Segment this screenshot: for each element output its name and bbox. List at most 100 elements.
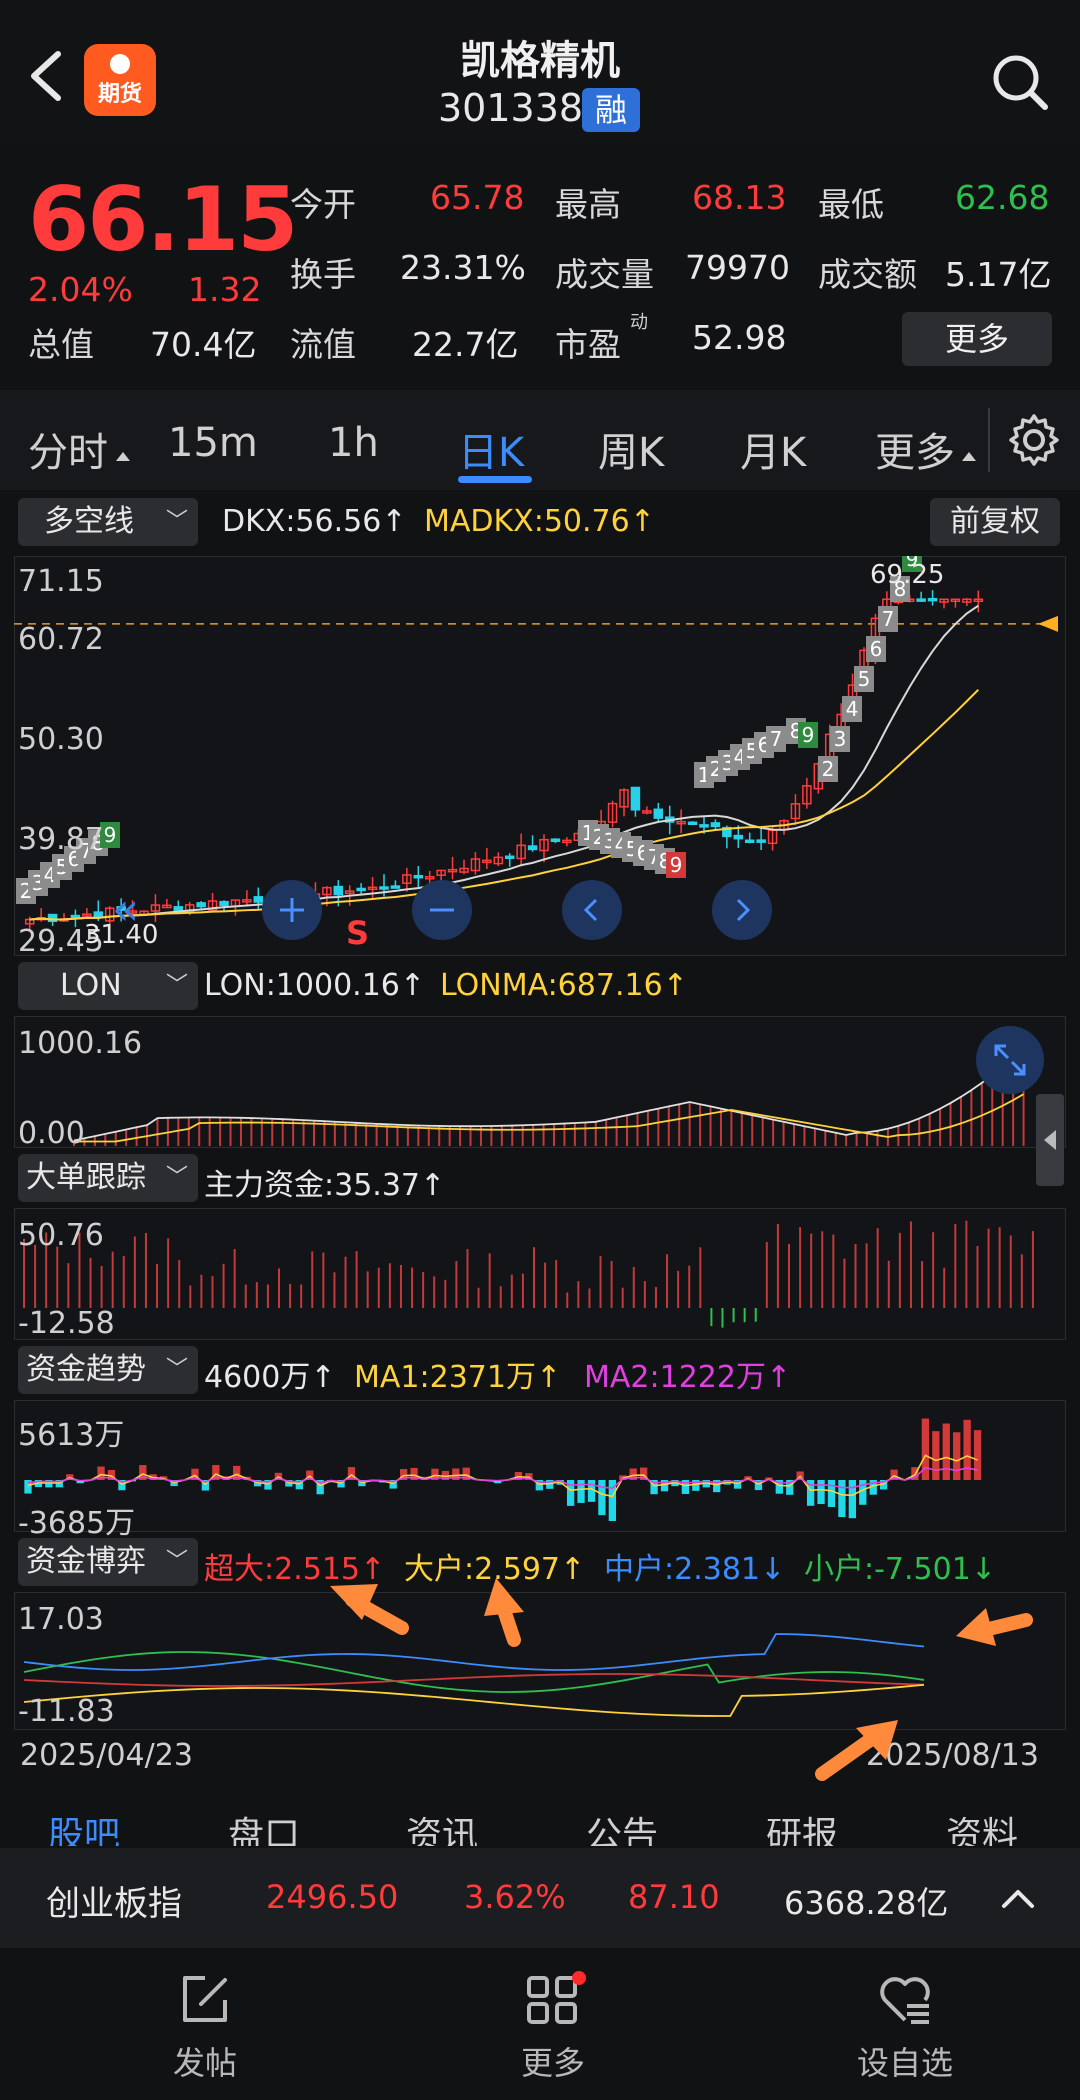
tab-intraday-corner-icon	[116, 452, 130, 461]
chevron-down-icon: ﹀	[165, 973, 188, 998]
arrow-head	[956, 1608, 996, 1646]
lon-value: LON:1000.16↑	[204, 968, 426, 1003]
change-amount: 1.32	[188, 270, 262, 309]
adjust-button[interactable]: 前复权	[930, 498, 1060, 546]
pe-label: 市盈	[555, 325, 621, 364]
tab-1h[interactable]: 1h	[328, 420, 379, 466]
lon-indicator-select[interactable]: LON ﹀	[18, 962, 198, 1010]
fund-trend-indicator-label: 资金趋势	[26, 1352, 146, 1387]
sub-tab-profile[interactable]: 资料	[946, 1806, 1018, 1846]
fund-trend-bar	[827, 1480, 836, 1507]
sub-tab-forum[interactable]: 股吧	[48, 1806, 120, 1846]
dkx-value: DKX:56.56↑	[222, 504, 407, 539]
change-percent: 2.04%	[28, 270, 133, 309]
side-drawer-handle[interactable]	[1036, 1094, 1064, 1186]
sub-tab-announcements[interactable]: 公告	[586, 1806, 658, 1846]
triangle-left-icon	[1044, 1130, 1056, 1150]
kline-chart[interactable]: 2 3 4 5 6 7 8 91 2 3 4 5 6 71234567898 923456789	[14, 556, 1064, 954]
add-watchlist-button[interactable]: 设自选	[840, 1960, 970, 2090]
big-order-y-label: -12.58	[18, 1306, 115, 1341]
candle	[699, 824, 709, 828]
big-order-y-label: 50.76	[18, 1218, 104, 1253]
sub-tab-bar	[0, 1792, 1080, 1848]
index-amount: 6368.28亿	[784, 1884, 949, 1922]
fund-trend-bar	[848, 1480, 856, 1519]
float-value: 22.7亿	[412, 325, 519, 364]
candle	[390, 885, 401, 889]
main-indicator-select[interactable]: 多空线 ﹀	[18, 498, 198, 546]
tab-more[interactable]: 更多	[875, 420, 955, 478]
big-order-indicator-select[interactable]: 大单跟踪 ﹀	[18, 1154, 198, 1202]
volume-value: 79970	[685, 248, 790, 287]
nine-count-number: 4	[846, 697, 859, 721]
watchlist-label: 设自选	[856, 2044, 953, 2082]
tab-weekly-k[interactable]: 周K	[598, 420, 664, 478]
sell-signal-marker: S	[346, 914, 370, 952]
pe-sup: 动	[630, 312, 648, 333]
zoom-out-button[interactable]	[412, 880, 472, 940]
post-button[interactable]: 发帖	[140, 1960, 270, 2090]
tab-intraday[interactable]: 分时	[28, 420, 108, 478]
candle	[333, 885, 344, 896]
post-label: 发帖	[172, 2044, 237, 2082]
tab-monthly-k[interactable]: 月K	[740, 420, 806, 478]
more-quote-button[interactable]: 更多	[902, 312, 1052, 366]
total-value-label: 总值	[28, 325, 94, 364]
pe-value: 52.98	[692, 318, 787, 357]
volume-label: 成交量	[555, 255, 654, 294]
tab-daily-k[interactable]: 日K	[458, 420, 524, 478]
big-order-chart	[23, 1220, 1034, 1328]
last-price-marker	[1038, 615, 1058, 632]
sub-tab-news[interactable]: 资讯	[406, 1806, 478, 1846]
turnover-label: 换手	[290, 255, 356, 294]
scroll-left-button[interactable]	[562, 880, 622, 940]
fund-trend-bar	[973, 1430, 982, 1480]
heart-list-icon	[880, 1977, 930, 2024]
scroll-left-double-icon[interactable]: «	[112, 884, 139, 935]
nine-count-number: 7	[882, 607, 895, 631]
tab-divider	[988, 408, 990, 472]
fund-trend-ma2: MA2:1222万↑	[584, 1360, 792, 1395]
tab-15m[interactable]: 15m	[168, 420, 258, 466]
nine-count-number: 7	[770, 727, 783, 751]
more-button[interactable]: 更多	[488, 1960, 618, 2090]
chevron-left-icon	[583, 898, 598, 922]
turnover-value: 23.31%	[400, 248, 526, 287]
gear-icon[interactable]	[1006, 412, 1062, 468]
chevron-down-icon: ﹀	[165, 1357, 188, 1382]
nine-count-number: 3	[834, 727, 847, 751]
fund-trend-bar	[963, 1419, 971, 1480]
fund-trend-bar	[838, 1480, 846, 1518]
main-indicator-label: 多空线	[44, 504, 134, 539]
active-tab-indicator	[458, 476, 532, 483]
edit-icon	[183, 1976, 227, 2022]
sub-tab-orderbook[interactable]: 盘口	[228, 1806, 300, 1846]
open-label: 今开	[290, 185, 356, 224]
low-label: 最低	[818, 185, 884, 224]
fullscreen-button[interactable]	[976, 1026, 1044, 1094]
stock-code: 301338	[438, 86, 584, 130]
stock-name: 凯格精机	[460, 38, 620, 84]
big-order-indicator-label: 大单跟踪	[26, 1160, 146, 1195]
index-value: 2496.50	[266, 1878, 399, 1916]
candle	[653, 808, 664, 819]
candle	[356, 887, 366, 892]
nine-count-number: 9	[670, 853, 683, 877]
lonma-value: LONMA:687.16↑	[440, 968, 688, 1003]
plus-icon	[280, 898, 304, 922]
total-value: 70.4亿	[150, 325, 257, 364]
candle	[710, 822, 721, 828]
arrow-to-bottom-right	[815, 1733, 877, 1781]
index-name: 创业板指	[46, 1884, 182, 1924]
candle	[527, 845, 538, 851]
search-icon[interactable]	[990, 52, 1050, 112]
chevron-up-icon[interactable]	[998, 1880, 1038, 1916]
fund-trend-indicator-select[interactable]: 资金趋势 ﹀	[18, 1346, 198, 1394]
kline-y-label: 71.15	[18, 564, 104, 599]
tab-more-corner-icon	[962, 452, 976, 461]
scroll-right-button[interactable]	[712, 880, 772, 940]
lon-y-label: 1000.16	[18, 1026, 143, 1061]
sub-tab-research[interactable]: 研报	[766, 1806, 838, 1846]
nine-count-number: 6	[870, 637, 883, 661]
zoom-in-button[interactable]	[262, 880, 322, 940]
